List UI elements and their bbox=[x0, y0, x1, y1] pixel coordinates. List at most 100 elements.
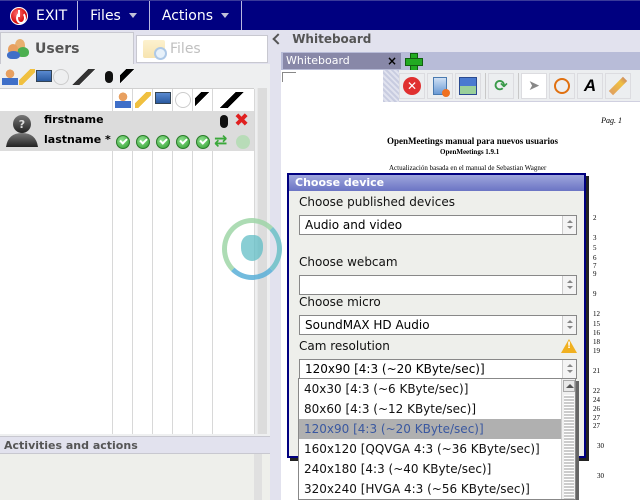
activities-scrollbar[interactable] bbox=[254, 454, 262, 500]
resolution-option[interactable]: 320x240 [HVGA 4:3 (~56 KByte/sec)] bbox=[299, 479, 575, 499]
scroll-thumb[interactable] bbox=[564, 395, 574, 499]
actions-menu[interactable]: Actions bbox=[150, 1, 242, 30]
save-button[interactable] bbox=[455, 72, 481, 99]
check-icon[interactable] bbox=[196, 135, 210, 149]
user-add-icon[interactable] bbox=[115, 92, 131, 108]
check-icon[interactable] bbox=[136, 135, 150, 149]
toc-number: 12 bbox=[593, 310, 600, 318]
tab-files-label: Files bbox=[170, 41, 201, 57]
refresh-icon[interactable]: ⇄ bbox=[214, 131, 227, 150]
toc-number: 9 bbox=[593, 290, 597, 298]
resolution-select[interactable]: 120x90 [4:3 (~20 KByte/sec)] bbox=[299, 359, 577, 379]
select-spinner-icon[interactable] bbox=[562, 216, 576, 234]
resolution-option[interactable]: 80x60 [4:3 (~12 KByte/sec)] bbox=[299, 399, 575, 419]
mic-cam-add-icon[interactable] bbox=[70, 69, 100, 85]
pointer-icon: ➤ bbox=[528, 77, 540, 94]
toc-number: 27 bbox=[593, 422, 600, 430]
select-spinner-icon[interactable] bbox=[562, 276, 576, 294]
whiteboard-title: Whiteboard bbox=[292, 32, 372, 46]
mouse-add-icon[interactable] bbox=[53, 69, 69, 85]
toc-number: 9 bbox=[593, 270, 597, 278]
resolution-option-selected[interactable]: 120x90 [4:3 (~20 KByte/sec)] bbox=[299, 419, 575, 439]
pencil-icon bbox=[608, 76, 628, 95]
screen-add-icon[interactable] bbox=[36, 70, 52, 82]
pencil-tool[interactable] bbox=[605, 72, 631, 99]
toc-number: 6 bbox=[593, 254, 597, 262]
users-grid: ? firstname lastname * ✖ ⇄ bbox=[0, 88, 255, 434]
pencil-add-icon[interactable] bbox=[135, 92, 151, 108]
tab-files[interactable]: Files bbox=[136, 35, 268, 63]
refresh-icon: ⟳ bbox=[494, 76, 508, 95]
resolution-value: 120x90 [4:3 (~20 KByte/sec)] bbox=[305, 362, 485, 376]
micro-value: SoundMAX HD Audio bbox=[305, 318, 430, 332]
exit-button[interactable]: EXIT bbox=[0, 1, 79, 30]
toc-number: 16 bbox=[593, 329, 600, 337]
close-red-icon: ✕ bbox=[403, 76, 421, 95]
text-icon: A bbox=[583, 75, 597, 95]
check-icon[interactable] bbox=[176, 135, 190, 149]
clear-button[interactable]: ✕ bbox=[399, 72, 425, 99]
user-row[interactable]: ? firstname lastname * ✖ ⇄ bbox=[0, 111, 254, 151]
folder-search-icon bbox=[143, 40, 167, 60]
microphone-icon[interactable] bbox=[195, 92, 211, 108]
toc-number: 22 bbox=[593, 387, 600, 395]
dropdown-scrollbar[interactable] bbox=[561, 379, 575, 499]
toc-number: 26 bbox=[593, 405, 600, 413]
zoom-pointer-tool[interactable] bbox=[549, 72, 575, 99]
chevron-down-icon bbox=[128, 13, 137, 18]
whiteboard-header[interactable]: Whiteboard bbox=[270, 30, 640, 48]
published-devices-select[interactable]: Audio and video bbox=[299, 215, 577, 235]
chevron-left-icon[interactable] bbox=[272, 33, 284, 45]
pointer-tool[interactable]: ➤ bbox=[521, 72, 547, 99]
mouse-add-icon[interactable] bbox=[175, 92, 191, 108]
toolbar-grip[interactable] bbox=[383, 70, 399, 102]
toc-number: 21 bbox=[593, 367, 600, 375]
new-document-button[interactable] bbox=[427, 72, 453, 99]
micro-label: Choose micro bbox=[299, 295, 381, 309]
exit-label: EXIT bbox=[36, 7, 68, 24]
check-icon[interactable] bbox=[116, 135, 130, 149]
inactive-dot-icon[interactable] bbox=[236, 135, 250, 149]
screen-add-icon[interactable] bbox=[155, 92, 171, 104]
toc-number: 30 bbox=[597, 442, 604, 450]
resolution-option[interactable]: 160x120 [QQVGA 4:3 (~36 KByte/sec)] bbox=[299, 439, 575, 459]
users-grid-header bbox=[0, 89, 254, 111]
toc-number: 3 bbox=[593, 234, 597, 242]
add-whiteboard-icon[interactable] bbox=[405, 53, 423, 71]
dialog-title[interactable]: Choose device bbox=[289, 175, 584, 191]
toolbar-divider bbox=[518, 72, 519, 99]
activities-list bbox=[0, 454, 270, 500]
refresh-button[interactable]: ⟳ bbox=[488, 72, 514, 99]
remove-x-icon[interactable]: ✖ bbox=[234, 111, 249, 131]
document-page-label: Pag. 1 bbox=[601, 116, 622, 125]
files-menu[interactable]: Files bbox=[78, 1, 150, 30]
user-lastname: lastname * bbox=[44, 133, 111, 146]
check-icon[interactable] bbox=[156, 135, 170, 149]
left-tabs: Users Files bbox=[0, 32, 270, 64]
text-tool[interactable]: A bbox=[577, 72, 603, 99]
menu-bar: EXIT Files Actions bbox=[0, 0, 640, 30]
micro-select[interactable]: SoundMAX HD Audio bbox=[299, 315, 577, 335]
pencil-add-icon[interactable] bbox=[19, 69, 35, 85]
microphone-dark-icon[interactable] bbox=[120, 69, 136, 85]
scroll-up-icon[interactable] bbox=[563, 380, 575, 392]
mic-cam-add-icon[interactable] bbox=[215, 92, 251, 108]
resolution-option[interactable]: 40x30 [4:3 (~6 KByte/sec)] bbox=[299, 379, 575, 399]
tab-users[interactable]: Users bbox=[0, 32, 134, 64]
whiteboard-tab[interactable]: Whiteboard × bbox=[283, 53, 401, 69]
tab-users-label: Users bbox=[35, 40, 80, 57]
user-add-icon[interactable] bbox=[2, 69, 18, 85]
published-devices-label: Choose published devices bbox=[299, 195, 455, 209]
select-spinner-icon[interactable] bbox=[562, 316, 576, 334]
power-icon bbox=[10, 6, 28, 25]
microphone-icon[interactable] bbox=[220, 115, 228, 128]
close-icon[interactable]: × bbox=[387, 53, 397, 69]
microphone-icon[interactable] bbox=[105, 71, 113, 83]
users-icon bbox=[7, 38, 29, 59]
toc-number: 2 bbox=[593, 214, 597, 222]
select-spinner-icon[interactable] bbox=[562, 360, 576, 378]
resolution-option[interactable]: 240x180 [4:3 (~40 KByte/sec)] bbox=[299, 459, 575, 479]
webcam-select[interactable] bbox=[299, 275, 577, 295]
avatar: ? bbox=[4, 113, 40, 147]
new-document-icon bbox=[433, 76, 450, 97]
